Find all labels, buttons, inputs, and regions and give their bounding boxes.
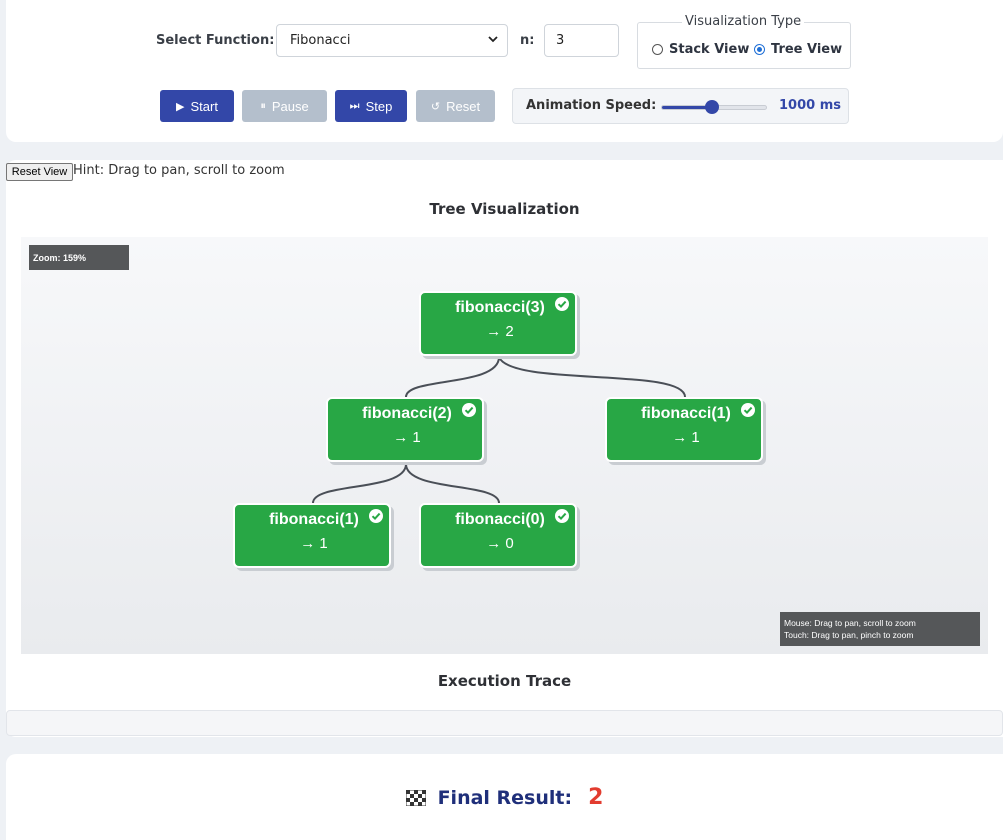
stack-view-label: Stack View [669,41,750,57]
execution-trace-list [6,710,1003,736]
start-label: Start [190,98,218,114]
check-circle-icon [369,509,383,523]
tree-view-radio[interactable]: Tree View [754,41,842,57]
reset-label: Reset [446,98,481,114]
tree-edge [312,463,407,504]
node-return-value: → 1 [672,429,700,446]
animation-speed-value: 1000 ms [779,98,841,113]
touch-hint-text: Touch: Drag to pan, pinch to zoom [784,630,914,640]
speed-slider-thumb[interactable] [704,100,719,114]
skip-forward-icon: ⏭ [349,99,360,112]
node-return-value: → 2 [486,323,514,340]
n-input[interactable]: 3 [544,24,619,57]
visualization-panel: Reset View Hint: Drag to pan, scroll to … [6,160,1003,737]
tree-edge [405,356,500,398]
execution-trace-title: Execution Trace [437,672,572,690]
controls-row: Select Function: Fibonacci n: 3 Visualiz… [6,0,1003,80]
final-result-label: Final Result: [437,786,573,809]
pause-label: Pause [271,98,309,114]
check-circle-icon [555,297,569,311]
function-select-value: Fibonacci [290,33,351,48]
tree-canvas[interactable]: Zoom: 159% fibonacci(3) → 2 fibonacci(2)… [21,237,988,654]
animation-speed-control: Animation Speed: 1000 ms [512,88,849,124]
interaction-hint-box: Mouse: Drag to pan, scroll to zoom Touch… [780,612,980,646]
reset-view-button[interactable]: Reset View [6,163,73,181]
node-return-value: → 1 [393,429,421,446]
final-result-line: Final Result: 2 [6,785,1003,810]
node-return-value: → 1 [300,535,328,552]
tree-visualization-title: Tree Visualization [429,200,580,218]
tree-edge [498,356,686,398]
node-return-value: → 0 [486,535,514,552]
step-button[interactable]: ⏭ Step [335,90,407,122]
tree-view-label: Tree View [771,41,843,57]
controls-panel: Select Function: Fibonacci n: 3 Visualiz… [6,0,1003,142]
reset-icon: ↺ [430,100,441,113]
reset-button[interactable]: ↺ Reset [416,90,495,122]
tree-node[interactable]: fibonacci(2) → 1 [326,397,484,462]
start-button[interactable]: ▶ Start [160,90,234,122]
final-result-value: 2 [588,785,604,810]
pause-button[interactable]: ⏸ Pause [242,90,327,122]
tree-edge [405,463,500,504]
check-circle-icon [462,403,476,417]
check-circle-icon [741,403,755,417]
stack-view-radio[interactable]: Stack View [652,41,749,57]
pause-icon: ⏸ [260,99,266,112]
chevron-down-icon [488,36,498,43]
function-select[interactable]: Fibonacci [276,24,508,57]
radio-checked-icon [754,43,765,55]
select-function-label: Select Function: [156,33,275,48]
check-circle-icon [555,509,569,523]
visualization-type-group: Visualization Type Stack View Tree View [637,14,851,69]
mouse-hint-text: Mouse: Drag to pan, scroll to zoom [784,618,916,628]
checkered-flag-icon [405,789,426,806]
tree-node[interactable]: fibonacci(0) → 0 [419,503,577,568]
pan-zoom-hint: Hint: Drag to pan, scroll to zoom [73,163,285,178]
animation-speed-label: Animation Speed: [526,98,657,113]
final-result-panel: Final Result: 2 [6,754,1003,840]
radio-unchecked-icon [652,43,663,55]
play-icon: ▶ [176,100,185,113]
visualization-type-legend: Visualization Type [682,14,805,29]
tree-node[interactable]: fibonacci(1) → 1 [233,503,391,568]
tree-node[interactable]: fibonacci(3) → 2 [419,291,577,356]
tree-node[interactable]: fibonacci(1) → 1 [605,397,763,462]
step-label: Step [365,98,393,114]
n-label: n: [520,33,535,48]
zoom-indicator: Zoom: 159% [29,245,129,270]
